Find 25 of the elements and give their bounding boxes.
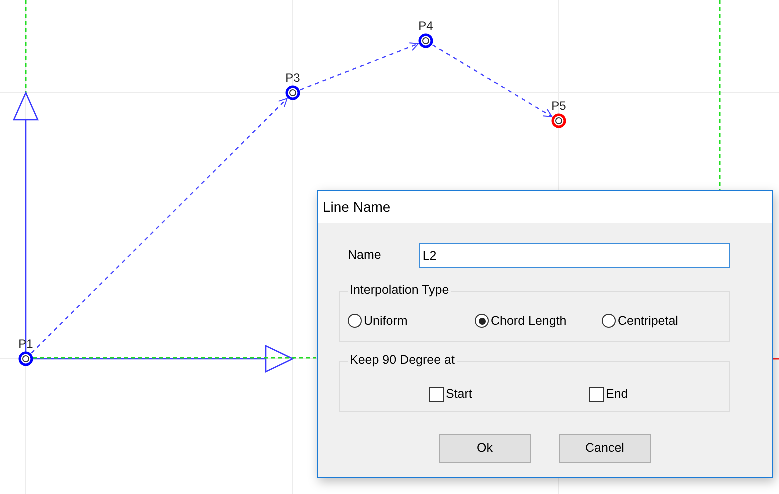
point-marker[interactable] — [18, 352, 34, 366]
point-label: P5 — [552, 99, 566, 113]
field-label: Name — [347, 247, 382, 264]
window-title: Line Name — [318, 191, 772, 223]
group-label: Keep 90 Degree at — [348, 353, 457, 368]
option-label: Start — [446, 386, 472, 403]
point-marker[interactable] — [418, 34, 434, 48]
axis-line — [773, 358, 779, 360]
group-label: Interpolation Type — [348, 283, 452, 298]
point-marker[interactable] — [552, 114, 566, 128]
radio-button[interactable] — [348, 314, 362, 328]
option-label: Centripetal — [618, 313, 678, 330]
ok-button[interactable]: Ok — [439, 434, 531, 463]
option-label: Uniform — [364, 313, 408, 330]
point-label: P3 — [286, 71, 300, 85]
checkbox[interactable] — [589, 386, 604, 402]
option-label: Chord Length — [491, 313, 567, 330]
point-label: P4 — [418, 19, 434, 33]
name-field[interactable]: L2 — [418, 243, 730, 268]
cancel-button[interactable]: Cancel — [559, 434, 651, 463]
point-marker[interactable] — [286, 86, 300, 100]
checkbox[interactable] — [429, 386, 444, 402]
option-label: End — [606, 386, 628, 403]
radio-button[interactable] — [475, 314, 489, 328]
radio-button[interactable] — [602, 314, 616, 328]
